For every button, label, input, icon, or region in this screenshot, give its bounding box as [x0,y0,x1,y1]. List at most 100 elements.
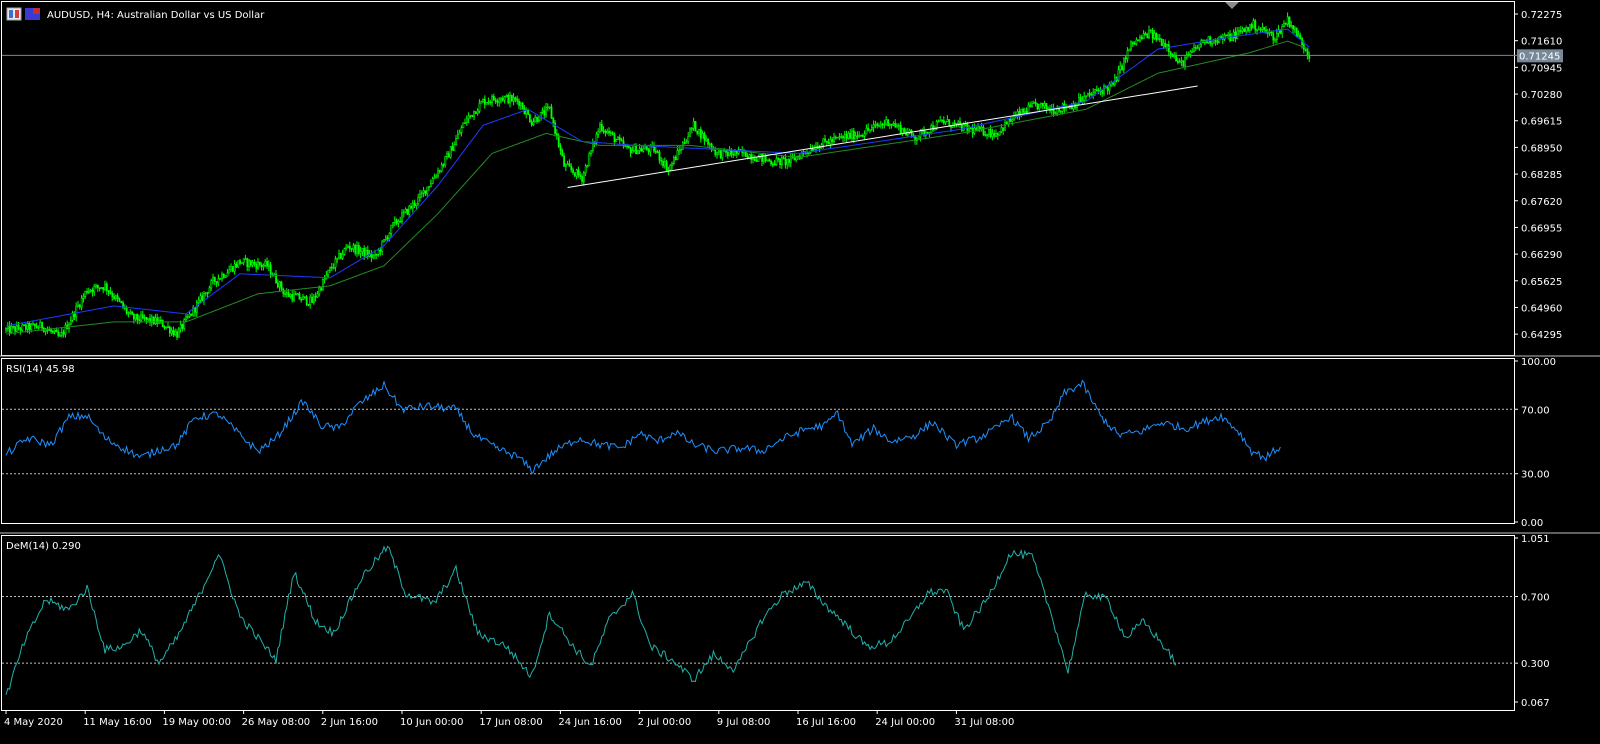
candle-bearish [527,110,530,115]
candle-bearish [223,274,225,278]
candle-bearish [996,133,999,136]
candle-bullish [1056,108,1059,114]
candle-bearish [48,329,51,332]
candle-bullish [460,127,463,133]
candle-bullish [863,133,866,137]
candle-bearish [1247,26,1250,31]
candle-bearish [303,296,306,298]
demarker-panel[interactable]: 1.051 0.700 0.300 0.067 DeM(14) 0.290 [2,534,1550,709]
candle-bullish [289,294,292,297]
candle-bullish [897,124,900,127]
candle-bearish [1216,41,1219,43]
candle-bearish [1306,50,1309,56]
candle-bearish [784,158,787,165]
axis-tick-label: 0.72275 [1521,10,1562,21]
candle-bullish [95,284,98,287]
candle-bearish [559,145,562,151]
symbol-icon[interactable] [6,7,22,21]
candle-bearish [489,101,492,104]
candle-bearish [613,133,616,142]
candle-bearish [1295,27,1298,38]
candle-bearish [656,151,659,153]
candle-bullish [1117,69,1120,82]
candle-bearish [1141,36,1143,39]
candle-bearish [1308,55,1311,59]
candle-bullish [1218,36,1221,43]
candle-bullish [487,101,490,104]
candle-bullish [278,281,281,288]
candle-bearish [138,319,141,322]
rsi-panel[interactable]: 100.00 70.00 30.00 0.00 RSI(14) 45.98 [2,357,1556,529]
candle-bearish [102,287,105,290]
candle-bullish [361,248,364,252]
candle-bearish [1132,41,1134,44]
candle-bearish [876,123,879,127]
candle-bearish [834,136,837,139]
candle-bearish [624,145,627,148]
candle-bearish [1177,60,1179,63]
candle-bullish [1157,38,1160,41]
candle-bullish [879,123,882,127]
candle-bearish [483,98,486,105]
candle-bullish [1142,33,1145,39]
candle-bullish [806,152,809,154]
candle-bearish [23,324,26,327]
candle-bullish [221,274,224,279]
candle-bearish [253,262,256,265]
chart-shift-marker-icon[interactable] [1225,2,1239,9]
candle-bearish [12,326,15,328]
candle-bearish [284,293,287,295]
candle-bearish [494,99,497,102]
candle-bearish [1292,25,1295,30]
candle-bullish [631,150,634,154]
candle-bullish [939,119,942,122]
candle-bullish [402,211,405,214]
candle-bearish [1029,104,1032,107]
candle-bullish [100,287,103,289]
candle-bullish [188,313,191,317]
candle-bullish [393,219,396,223]
candle-bearish [19,328,22,331]
candle-bullish [264,261,267,266]
candle-bullish [546,106,549,109]
candle-bearish [825,140,828,143]
candle-bullish [417,197,420,205]
candle-bearish [856,135,859,138]
candle-bearish [161,319,164,328]
candle-bullish [1047,107,1050,110]
candle-bullish [1241,28,1244,32]
candle-bullish [77,304,80,307]
candle-bearish [413,202,416,206]
candle-bearish [62,331,65,335]
price-panel[interactable]: 0.72275 0.71610 0.70945 0.70280 0.69615 0.689… [2,2,1563,341]
candle-bearish [894,123,897,128]
candle-bearish [1243,28,1246,32]
candle-bearish [206,292,209,294]
candle-bullish [435,175,438,178]
candle-bearish [707,138,710,145]
candle-bullish [165,326,168,329]
axis-tick-label: 0.66955 [1521,223,1562,234]
chart-window[interactable]: 0.72275 0.71610 0.70945 0.70280 0.69615 0.689… [0,0,1600,744]
candle-bullish [248,260,251,267]
trendline[interactable] [567,85,1198,189]
candle-bearish [626,145,629,148]
chart-canvas[interactable]: 0.72275 0.71610 0.70945 0.70280 0.69615 0.689… [0,0,1600,744]
axis-tick-label: 0.700 [1521,593,1550,604]
candle-bullish [998,131,1001,136]
candle-bearish [510,95,513,102]
candle-bullish [838,136,841,139]
candle-bullish [233,263,236,272]
candle-bearish [600,124,603,131]
candle-bearish [777,158,780,160]
candle-bearish [1254,20,1257,31]
candle-bearish [57,331,60,336]
candle-bullish [32,323,35,326]
candle-bearish [793,156,796,161]
candle-bearish [753,158,756,161]
candle-bullish [851,130,854,139]
candle-bearish [33,323,36,327]
candle-bearish [307,304,310,306]
candle-bullish [644,146,647,150]
candle-bullish [1166,44,1169,48]
